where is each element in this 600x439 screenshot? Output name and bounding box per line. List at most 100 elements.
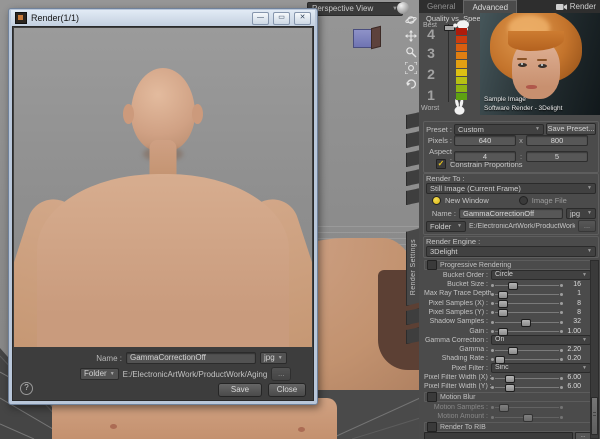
bucket-size-slider[interactable] [491,281,563,290]
setting-row-pixel-samples-y: Pixel Samples (Y) :8 [428,308,581,318]
save-folder-browse-button[interactable]: ... [271,367,292,381]
save-button[interactable]: Save [218,383,262,397]
quality-scale-segment [456,28,467,36]
sample-image: Sample Image Software Render - 3Delight [480,13,600,115]
pan-camera-icon[interactable] [405,30,417,42]
quality-vs-speed-section: Quality vs. Speed Best 4 3 2 1 Worst Sam… [419,13,600,117]
camera-selector-dropdown[interactable]: Perspective View ▼ [307,2,403,16]
setting-row-bucket-order: Bucket Order : Circle ▼ [424,270,591,281]
render-to-dropdown[interactable]: Still Image (Current Frame) ▼ [426,183,596,194]
save-folder-dropdown[interactable]: Folder ▼ [80,368,119,380]
close-button[interactable]: Close [268,383,306,397]
motion-amount-slider[interactable] [491,413,563,422]
output-name-field[interactable]: GammaCorrectionOff [459,208,563,219]
panel-scrollbar[interactable] [590,260,599,439]
folder-browse-button[interactable]: ... [578,220,596,232]
quality-scale-segment [456,44,467,52]
bucket-order-dropdown[interactable]: Circle ▼ [491,270,591,281]
format-dropdown[interactable]: jpg ▼ [566,208,596,219]
reset-camera-icon[interactable] [405,78,417,90]
shadow-samples-slider[interactable] [491,318,563,327]
gamma-correction-dropdown[interactable]: On ▼ [491,335,591,346]
orbit-camera-icon[interactable] [405,14,417,26]
save-preset-button[interactable]: Save Preset... [546,123,596,135]
quality-color-scale [456,28,467,100]
sample-eye-glint [541,64,543,66]
rabbit-icon [454,99,465,115]
progressive-rendering-checkbox[interactable] [427,260,437,270]
motion-samples-slider[interactable] [491,403,563,413]
zoom-camera-icon[interactable] [405,46,417,58]
frame-camera-icon[interactable] [405,62,417,74]
sample-brow [537,59,547,61]
setting-row-rib-path: ... [424,432,591,439]
setting-row-pixel-filter: Pixel Filter : Sinc ▼ [424,363,591,374]
figure-detail [298,427,305,432]
view-cube-gizmo[interactable] [353,25,381,50]
setting-row-shading-rate: Shading Rate :0.20 [441,355,581,364]
rib-browse-button[interactable]: ... [575,432,591,439]
quality-level-4: 4 [427,26,435,42]
quality-scale-segment [456,52,467,60]
render-to-rib-checkbox[interactable] [427,422,437,433]
pixels-height-field[interactable]: 800 [526,135,588,146]
setting-row-gain: Gain :1.00 [469,327,581,337]
minimize-button[interactable]: — [252,11,269,25]
setting-row-shadow-samples: Shadow Samples :32 [429,318,581,327]
new-window-radio[interactable] [432,196,441,205]
pixel-filter-width-y-slider[interactable] [491,383,563,392]
camera-options-icon[interactable] [397,2,409,14]
gain-slider[interactable] [491,327,563,337]
close-window-button[interactable]: ✕ [294,11,311,25]
setting-row-max-ray-trace-depth: Max Ray Trace Depth :1 [424,290,581,299]
max-ray-trace-depth-slider[interactable] [491,290,563,299]
quality-slider-track[interactable] [448,24,449,102]
preset-dropdown[interactable]: Custom ▼ [454,123,544,135]
folder-dropdown[interactable]: Folder ▼ [426,220,466,232]
render-engine-group: Render Engine : 3Delight ▼ [423,236,599,258]
pixel-samples-x-slider[interactable] [491,299,563,309]
daz-studio-app: Perspective View ▼ Render Settings Gener… [0,0,600,439]
render-button[interactable]: Render [555,2,600,11]
quality-scale-segment [456,76,467,84]
render-window-titlebar[interactable]: Render(1/1) — ▭ ✕ [11,10,315,26]
pixel-filter-dropdown[interactable]: Sinc ▼ [491,363,591,374]
setting-row-gamma-correction: Gamma Correction : On ▼ [424,335,591,346]
restore-button[interactable]: ▭ [273,11,290,25]
engine-settings-rows: Progressive Rendering Bucket Order : Circl… [424,260,591,439]
setting-row-gamma: Gamma :2.20 [459,346,581,355]
panel-tab-bar: General Advanced Render [419,0,600,14]
save-folder-path: E:/ElectronicArtWork/ProductWork/Aging [122,369,268,379]
rendered-image [14,28,312,350]
view-cube-side [371,25,381,50]
sample-caption-2: Software Render - 3Delight [484,105,563,112]
gamma-slider[interactable] [491,346,563,355]
render-to-group: Render To : Still Image (Current Frame) ▼… [423,173,599,235]
sample-caption-1: Sample Image [484,96,526,103]
quality-scale-segment [456,36,467,44]
quality-level-1: 1 [427,87,435,103]
pixel-filter-width-x-slider[interactable] [491,374,563,383]
pixel-samples-y-slider[interactable] [491,308,563,318]
image-file-radio[interactable] [518,196,528,205]
quality-scale-segment [456,84,467,92]
viewport-camera-controls [404,14,418,90]
quality-level-3: 3 [427,45,435,61]
save-format-dropdown[interactable]: jpg ▼ [260,352,287,364]
help-icon[interactable]: ? [20,382,33,395]
pixels-width-field[interactable]: 640 [454,135,516,146]
figure-torso [37,174,289,350]
image-file-label: Image File [531,196,567,205]
save-name-label: Name : [96,353,122,363]
shading-rate-slider[interactable] [491,355,563,364]
render-engine-dropdown[interactable]: 3Delight ▼ [426,246,596,257]
motion-blur-checkbox[interactable] [427,392,437,403]
save-name-field[interactable]: GammaCorrectionOff [126,352,256,364]
tab-general[interactable]: General [419,0,463,13]
rib-path-field[interactable] [424,432,573,439]
sample-lips [526,85,537,89]
constrain-proportions-checkbox[interactable] [436,159,446,169]
tab-advanced[interactable]: Advanced [463,0,518,14]
scrollbar-thumb[interactable] [591,397,598,435]
render-window-footer: Name : GammaCorrectionOff jpg ▼ Folder ▼ E… [14,347,312,399]
